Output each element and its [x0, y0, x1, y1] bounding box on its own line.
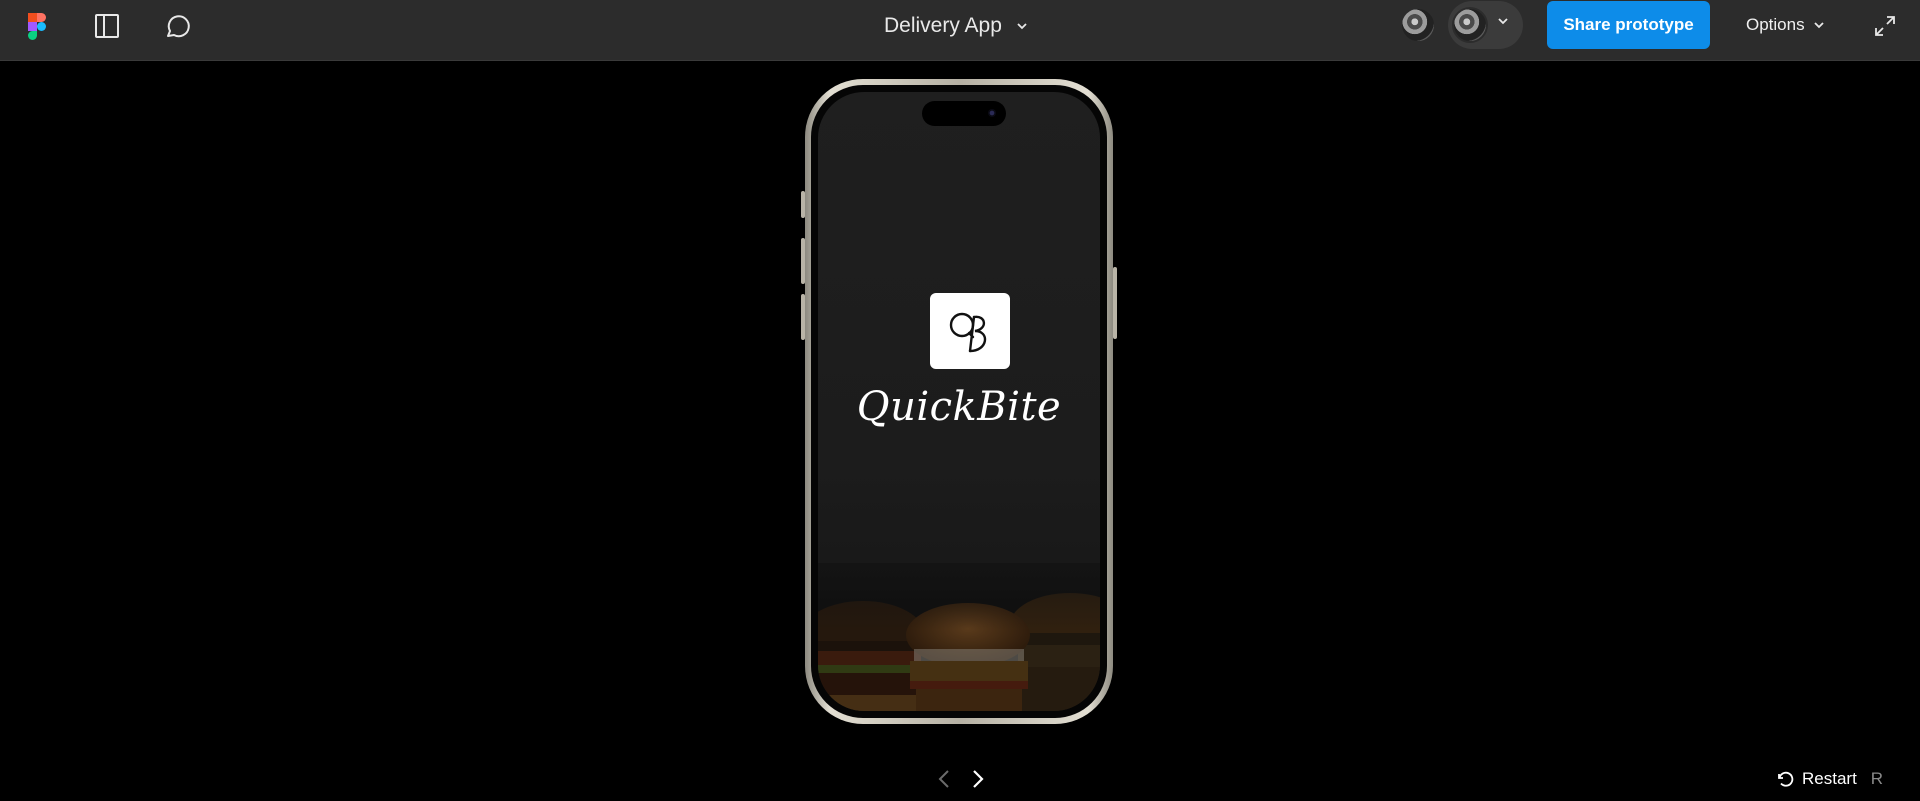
restart-label: Restart — [1802, 769, 1857, 788]
chevron-down-icon — [1813, 22, 1824, 29]
options-label: Options — [1746, 15, 1805, 34]
avatar[interactable] — [1400, 7, 1436, 43]
restart-icon — [1778, 771, 1794, 787]
chevron-down-icon — [1017, 23, 1027, 30]
comment-icon[interactable] — [163, 11, 193, 41]
phone-frame: QuickBite — [805, 79, 1113, 724]
figma-logo-icon[interactable] — [22, 11, 52, 41]
phone-power-button — [1113, 267, 1117, 339]
avatar[interactable] — [1452, 7, 1488, 43]
app-logo — [930, 293, 1010, 369]
chevron-right-icon — [973, 770, 984, 788]
phone-bezel: QuickBite — [811, 85, 1107, 718]
restart-button[interactable]: Restart R — [1776, 768, 1883, 790]
file-title: Delivery App — [884, 14, 1002, 37]
previous-frame-button[interactable] — [934, 767, 954, 791]
chevron-down-icon[interactable] — [1497, 17, 1509, 25]
file-title-menu[interactable]: Delivery App — [884, 12, 1028, 40]
sidebar-icon[interactable] — [92, 11, 122, 41]
dynamic-island — [922, 101, 1006, 126]
next-frame-button[interactable] — [968, 767, 988, 791]
restart-shortcut: R — [1870, 769, 1884, 788]
share-prototype-button[interactable]: Share prototype — [1547, 1, 1710, 49]
prototype-screen[interactable]: QuickBite — [818, 92, 1100, 711]
app-name: QuickBite — [856, 384, 1062, 430]
options-menu[interactable]: Options — [1746, 12, 1825, 38]
expand-icon[interactable] — [1871, 12, 1899, 40]
food-fade-overlay — [818, 563, 1100, 711]
prototype-toolbar: Delivery App Share prototype Options — [0, 0, 1920, 61]
chevron-left-icon — [938, 770, 949, 788]
